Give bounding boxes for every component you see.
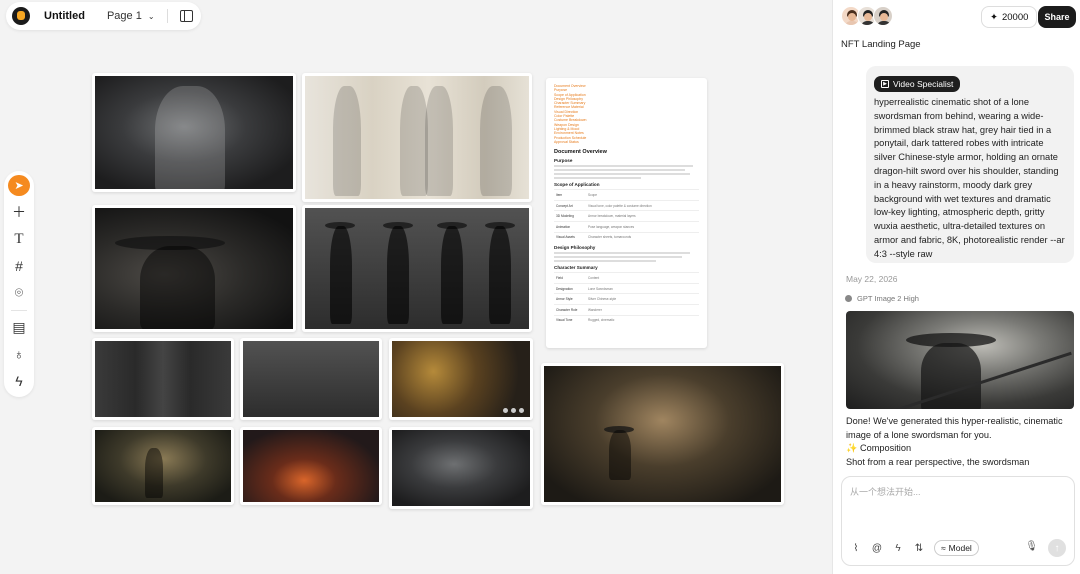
credits-count: 20000 xyxy=(1001,11,1029,23)
image-campfire xyxy=(243,430,379,502)
doc-subheading: Character Summary xyxy=(554,265,598,271)
table-row: Concept Art Visual tone, color palette & … xyxy=(554,199,699,211)
image-forest-walk xyxy=(95,430,231,502)
frame-icon[interactable]: # xyxy=(8,255,30,276)
doc-paragraph-placeholder xyxy=(554,165,699,180)
image-white-robe-turnaround xyxy=(305,76,529,199)
share-button[interactable]: Share xyxy=(1038,6,1076,28)
image-card-two-faces[interactable] xyxy=(389,427,533,509)
settings-icon[interactable]: ⇅ xyxy=(913,543,925,554)
table-row: Item Scope xyxy=(554,189,699,201)
app-logo[interactable] xyxy=(12,7,30,25)
doc-subheading: Purpose xyxy=(554,158,573,164)
send-button[interactable]: ↑ xyxy=(1048,539,1066,557)
tool-palette: ➤ ＋ T # ⌾ ▤ ♁ ϟ xyxy=(4,171,34,397)
table-row: Armor Style Silver Chinese-style xyxy=(554,293,699,305)
image-character-sheet xyxy=(95,341,231,417)
image-card-hooded-warrior[interactable] xyxy=(92,73,296,192)
sliders-icon: ≈ xyxy=(941,543,946,553)
doc-heading: Document Overview xyxy=(554,149,607,156)
layout-icon[interactable]: ▤ xyxy=(8,317,30,338)
avatar[interactable] xyxy=(873,6,893,26)
chat-input-box[interactable]: 从一个想法开始... ⌇ @ ϟ ⇅ ≈ Model 🎙 ↑ xyxy=(841,476,1075,566)
image-card-straw-hat-swordsman[interactable] xyxy=(92,205,296,332)
toolbar-divider xyxy=(11,309,27,311)
collaborator-avatars[interactable] xyxy=(841,6,893,26)
mic-icon[interactable]: 🎙 xyxy=(1025,541,1038,552)
image-dark-armor-turnaround xyxy=(305,208,529,329)
user-message: ▶ Video Specialist hyperrealistic cinema… xyxy=(866,66,1074,263)
model-button-label: Model xyxy=(948,543,972,553)
image-two-faces xyxy=(392,430,530,506)
image-forest-duel xyxy=(544,366,781,502)
document-title[interactable]: Untitled xyxy=(44,10,85,22)
plus-icon[interactable]: ＋ xyxy=(8,202,30,223)
doc-subheading: Design Philosophy xyxy=(554,245,596,251)
model-name: GPT Image 2 High xyxy=(857,294,919,303)
attach-icon[interactable]: ⌇ xyxy=(850,543,862,554)
model-label: GPT Image 2 High xyxy=(845,294,919,303)
scope-table: Item Scope Concept Art Visual tone, color … xyxy=(554,189,699,243)
image-straw-hat-swordsman xyxy=(95,208,293,329)
image-card-dark-armor-turnaround[interactable] xyxy=(302,205,532,332)
bolt-icon[interactable]: ϟ xyxy=(892,543,904,554)
image-card-forest-duel[interactable] xyxy=(541,363,784,505)
canvas-area[interactable]: Untitled Page 1 ⌄ ➤ ＋ T # ⌾ ▤ ♁ ϟ Docume… xyxy=(0,0,832,574)
table-row: Designation Lone Swordsman xyxy=(554,282,699,294)
image-card-armor-pieces[interactable] xyxy=(240,338,382,420)
chat-input[interactable]: 从一个想法开始... xyxy=(850,485,921,498)
table-row: Visual Tone Rugged, cinematic xyxy=(554,314,699,326)
top-bar: Untitled Page 1 ⌄ xyxy=(6,2,201,30)
table-row: Visual Assets Character sheets, turnaroun… xyxy=(554,231,699,243)
text-icon[interactable]: T xyxy=(8,229,30,250)
credits-button[interactable]: ✦ 20000 xyxy=(981,6,1038,28)
pointer-icon[interactable]: ➤ xyxy=(8,175,30,197)
sparkle-icon: ✦ xyxy=(990,11,998,23)
model-button[interactable]: ≈ Model xyxy=(934,540,979,556)
composition-label: ✨ Composition xyxy=(846,443,912,453)
doc-paragraph-placeholder xyxy=(554,252,699,263)
carousel-dots[interactable] xyxy=(503,408,524,413)
pin-icon[interactable]: ⌾ xyxy=(8,282,30,303)
image-card-campfire[interactable] xyxy=(240,427,382,505)
mention-icon[interactable]: @ xyxy=(871,543,883,554)
model-icon xyxy=(845,295,852,302)
agent-chip[interactable]: ▶ Video Specialist xyxy=(874,76,961,92)
doc-subheading: Scope of Application xyxy=(554,182,600,188)
image-card-forest-walk[interactable] xyxy=(92,427,234,505)
image-gold-armor xyxy=(392,341,530,417)
image-card-character-sheet[interactable] xyxy=(92,338,234,420)
document-toc: Document Overview Purpose Scope of Appli… xyxy=(554,84,699,144)
table-row: Character Role Wanderer xyxy=(554,303,699,315)
image-armor-pieces xyxy=(243,341,379,417)
message-date: May 22, 2026 xyxy=(846,274,898,284)
play-icon: ▶ xyxy=(881,80,889,88)
bulb-icon[interactable]: ♁ xyxy=(8,343,30,364)
page-selector[interactable]: Page 1 ⌄ xyxy=(107,10,155,22)
answer-text: Shot from a rear perspective, the swords… xyxy=(846,456,1030,467)
answer-text: Done! We've generated this hyper-realist… xyxy=(846,416,1063,440)
image-card-gold-armor[interactable] xyxy=(389,338,533,420)
generated-image[interactable] xyxy=(846,311,1074,409)
table-row: Animation Pose language, weapon stances xyxy=(554,220,699,233)
chat-sidebar: ✦ 20000 Share NFT Landing Page ▶ Video S… xyxy=(832,0,1080,574)
document-card[interactable]: Document Overview Purpose Scope of Appli… xyxy=(546,78,707,348)
toc-link[interactable]: Approval Status xyxy=(554,140,699,144)
chevron-down-icon: ⌄ xyxy=(147,11,155,21)
divider xyxy=(166,9,168,23)
summary-table: Field Content Designation Lone Swordsman A… xyxy=(554,272,699,326)
assistant-message: Done! We've generated this hyper-realist… xyxy=(846,415,1074,469)
input-toolbar: ⌇ @ ϟ ⇅ ≈ Model 🎙 ↑ xyxy=(850,539,1066,557)
project-title: NFT Landing Page xyxy=(841,39,921,50)
page-label: Page 1 xyxy=(106,10,142,22)
sidebar-toggle-icon[interactable] xyxy=(179,10,193,22)
image-hooded-warrior xyxy=(95,76,293,189)
prompt-text: hyperrealistic cinematic shot of a lone … xyxy=(874,97,1065,259)
table-row: 3D Modeling Armor breakdown, material lay… xyxy=(554,210,699,222)
agent-chip-label: Video Specialist xyxy=(893,79,954,89)
image-card-white-robe-turnaround[interactable] xyxy=(302,73,532,202)
bolt-icon[interactable]: ϟ xyxy=(8,370,30,391)
table-row: Field Content xyxy=(554,272,699,284)
